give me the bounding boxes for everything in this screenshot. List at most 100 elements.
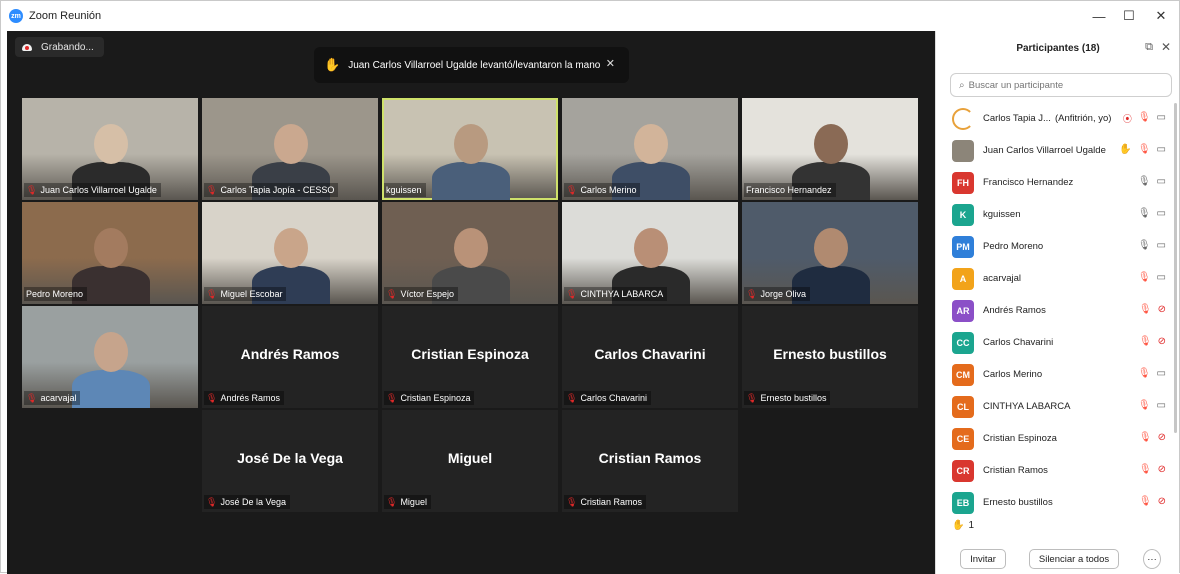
camera-icon[interactable]: ▭: [1157, 368, 1166, 379]
camera-off-icon[interactable]: ⊘: [1158, 304, 1166, 315]
tile-name-tag: 🎙 Juan Carlos Villarroel Ugalde: [24, 183, 161, 197]
popout-icon[interactable]: ⧉: [1145, 41, 1153, 54]
mic-icon[interactable]: 🎙: [1138, 208, 1151, 219]
mic-muted-icon[interactable]: 🎙: [1139, 336, 1152, 347]
participant-row[interactable]: FH Francisco Hernandez 🎙 ▭: [936, 167, 1180, 199]
camera-icon[interactable]: ▭: [1157, 176, 1166, 187]
participant-row[interactable]: Kkguissen 🎙 ▭: [936, 199, 1180, 231]
camera-icon[interactable]: ▭: [1157, 144, 1166, 155]
camera-icon[interactable]: ▭: [1157, 112, 1166, 125]
participant-name: Carlos Tapia J... (Anfitrión, yo): [983, 113, 1111, 124]
video-tile[interactable]: kguissen: [382, 98, 558, 200]
more-options-button[interactable]: ···: [1143, 549, 1161, 569]
tile-name-tag: 🎙 Carlos Chavarini: [564, 391, 651, 405]
participant-row[interactable]: CL CINTHYA LABARCA 🎙 ▭: [936, 391, 1180, 423]
participant-name-text: acarvajal: [983, 273, 1022, 284]
mic-muted-icon[interactable]: 🎙: [1138, 144, 1151, 155]
participant-status-icons: ✋ 🎙 ▭: [1119, 144, 1166, 155]
participant-row[interactable]: PM Pedro Moreno 🎙 ▭: [936, 231, 1180, 263]
mic-muted-icon: 🎙: [206, 496, 218, 507]
mute-all-button[interactable]: Silenciar a todos: [1029, 549, 1119, 569]
mic-muted-icon[interactable]: 🎙: [1138, 112, 1151, 125]
participant-name-text: Andrés Ramos: [983, 305, 1046, 316]
mic-muted-icon[interactable]: 🎙: [1139, 464, 1152, 475]
mic-muted-icon[interactable]: 🎙: [1139, 304, 1152, 315]
participant-video-face: [814, 228, 848, 268]
video-tile[interactable]: Miguel 🎙 Miguel: [382, 410, 558, 512]
participant-name-text: Francisco Hernandez: [983, 177, 1074, 188]
avatar: [952, 140, 974, 162]
participant-name-text: Carlos Tapia J...: [983, 113, 1051, 124]
camera-off-icon[interactable]: ⊘: [1158, 336, 1166, 347]
video-tile[interactable]: Pedro Moreno: [22, 202, 198, 304]
search-icon: ⌕: [959, 79, 965, 91]
avatar: EB: [952, 492, 974, 514]
participant-row[interactable]: Juan Carlos Villarroel Ugalde ✋ 🎙 ▭: [936, 135, 1180, 167]
video-tile[interactable]: Cristian Ramos 🎙 Cristian Ramos: [562, 410, 738, 512]
camera-icon[interactable]: ▭: [1157, 240, 1166, 251]
video-tile[interactable]: 🎙 Carlos Tapia Jopía - CESSO: [202, 98, 378, 200]
video-tile[interactable]: 🎙 Víctor Espejo: [382, 202, 558, 304]
mic-muted-icon[interactable]: 🎙: [1138, 368, 1151, 379]
participant-video-face: [94, 332, 128, 372]
camera-icon[interactable]: ▭: [1157, 208, 1166, 219]
video-tile[interactable]: Carlos Chavarini 🎙 Carlos Chavarini: [562, 306, 738, 408]
tile-name-tag: 🎙 Andrés Ramos: [204, 391, 284, 405]
participant-name-text: Cristian Espinoza: [983, 433, 1057, 444]
avatar: PM: [952, 236, 974, 258]
mic-muted-icon[interactable]: 🎙: [1138, 400, 1151, 411]
mic-icon[interactable]: 🎙: [1138, 176, 1151, 187]
list-scrollbar[interactable]: [1174, 103, 1177, 433]
video-tile[interactable]: 🎙 CINTHYA LABARCA: [562, 202, 738, 304]
participant-row[interactable]: CM Carlos Merino 🎙 ▭: [936, 359, 1180, 391]
participant-row[interactable]: CE Cristian Espinoza 🎙 ⊘: [936, 423, 1180, 455]
video-tile[interactable]: 🎙 acarvajal: [22, 306, 198, 408]
tile-name-label: Carlos Chavarini: [580, 393, 647, 403]
participant-video-face: [634, 124, 668, 164]
participant-row[interactable]: CR Cristian Ramos 🎙 ⊘: [936, 455, 1180, 487]
camera-off-icon[interactable]: ⊘: [1158, 464, 1166, 475]
mic-muted-icon[interactable]: 🎙: [1139, 432, 1152, 443]
video-tile[interactable]: Cristian Espinoza 🎙 Cristian Espinoza: [382, 306, 558, 408]
video-tile[interactable]: 🎙 Carlos Merino: [562, 98, 738, 200]
mic-muted-icon[interactable]: 🎙: [1139, 496, 1152, 507]
participant-row[interactable]: Carlos Tapia J... (Anfitrión, yo) ⦿ 🎙 ▭: [936, 103, 1180, 135]
maximize-button[interactable]: ☐: [1111, 1, 1147, 31]
recording-indicator[interactable]: Grabando...: [15, 37, 104, 57]
participant-name-text: Carlos Chavarini: [983, 337, 1054, 348]
participant-search[interactable]: ⌕: [950, 73, 1172, 97]
video-tile[interactable]: Francisco Hernandez: [742, 98, 918, 200]
notification-close-button[interactable]: ✕: [606, 57, 615, 70]
participant-status-icons: 🎙 ⊘: [1139, 464, 1166, 475]
participant-row[interactable]: AR Andrés Ramos 🎙 ⊘: [936, 295, 1180, 327]
close-icon[interactable]: ✕: [1161, 40, 1171, 54]
video-tile[interactable]: Andrés Ramos 🎙 Andrés Ramos: [202, 306, 378, 408]
participant-row[interactable]: Aacarvajal 🎙 ▭: [936, 263, 1180, 295]
video-tile[interactable]: Ernesto bustillos 🎙 Ernesto bustillos: [742, 306, 918, 408]
raised-hands-counter[interactable]: ✋ 1: [952, 520, 974, 531]
video-tile[interactable]: 🎙 Jorge Oliva: [742, 202, 918, 304]
raised-hand-icon: ✋: [1119, 144, 1132, 155]
video-tile[interactable]: 🎙 Miguel Escobar: [202, 202, 378, 304]
participant-row[interactable]: CC Carlos Chavarini 🎙 ⊘: [936, 327, 1180, 359]
participant-row[interactable]: EB Ernesto bustillos 🎙 ⊘: [936, 487, 1180, 519]
camera-icon[interactable]: ▭: [1157, 400, 1166, 411]
search-input[interactable]: [968, 79, 1159, 91]
video-tile[interactable]: 🎙 Juan Carlos Villarroel Ugalde: [22, 98, 198, 200]
participant-name: Cristian Ramos: [983, 465, 1048, 476]
avatar: CR: [952, 460, 974, 482]
camera-off-icon[interactable]: ⊘: [1158, 496, 1166, 507]
participant-video-face: [94, 228, 128, 268]
participant-name: kguissen: [983, 209, 1021, 220]
camera-icon[interactable]: ▭: [1157, 272, 1166, 283]
mic-muted-icon[interactable]: 🎙: [1138, 272, 1151, 283]
camera-off-icon[interactable]: ⊘: [1158, 432, 1166, 443]
participant-status-icons: 🎙 ▭: [1138, 176, 1166, 187]
mic-icon[interactable]: 🎙: [1138, 240, 1151, 251]
tile-name-tag: 🎙 Cristian Espinoza: [384, 391, 475, 405]
invite-button[interactable]: Invitar: [960, 549, 1006, 569]
participant-name-text: Pedro Moreno: [983, 241, 1044, 252]
video-tile[interactable]: José De la Vega 🎙 José De la Vega: [202, 410, 378, 512]
close-window-button[interactable]: ✕: [1143, 1, 1179, 31]
participant-status-icons: 🎙 ▭: [1138, 272, 1166, 283]
